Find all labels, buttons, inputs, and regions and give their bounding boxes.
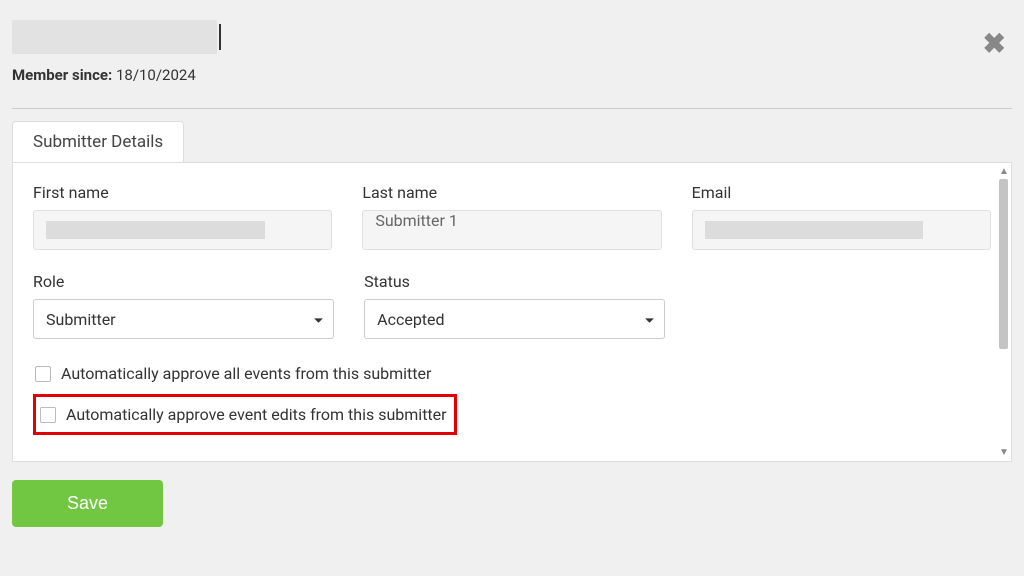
role-select-wrap: Submitter <box>33 299 334 339</box>
scroll-down-icon[interactable]: ▼ <box>999 447 1009 458</box>
group-first-name: First name <box>33 183 332 250</box>
scrollbar[interactable]: ▲ ▼ <box>996 163 1011 461</box>
group-role: Role Submitter <box>33 272 334 339</box>
scroll-up-icon[interactable]: ▲ <box>999 166 1009 177</box>
group-last-name: Last name Submitter 1 <box>362 183 661 250</box>
highlighted-option: Automatically approve event edits from t… <box>33 394 457 435</box>
role-label: Role <box>33 272 334 291</box>
submitter-modal: ✖ Member since: 18/10/2024 Submitter Det… <box>0 0 1024 539</box>
auto-approve-events-checkbox[interactable] <box>35 366 51 382</box>
auto-approve-events-row[interactable]: Automatically approve all events from th… <box>33 361 991 386</box>
auto-approve-edits-row[interactable]: Automatically approve event edits from t… <box>38 402 449 427</box>
last-name-input[interactable]: Submitter 1 <box>362 210 661 250</box>
auto-approve-events-label: Automatically approve all events from th… <box>61 364 431 383</box>
first-name-input[interactable] <box>33 210 332 250</box>
status-select[interactable]: Accepted <box>364 299 665 339</box>
email-label: Email <box>692 183 991 202</box>
member-since: Member since: 18/10/2024 <box>12 66 1012 84</box>
close-button[interactable]: ✖ <box>983 30 1006 58</box>
email-input[interactable] <box>692 210 991 250</box>
status-label: Status <box>364 272 665 291</box>
tab-submitter-details[interactable]: Submitter Details <box>12 121 184 162</box>
modal-header: Member since: 18/10/2024 <box>12 12 1012 98</box>
group-status: Status Accepted <box>364 272 665 339</box>
first-name-label: First name <box>33 183 332 202</box>
form-row-role-status: Role Submitter Status Accepted <box>33 272 665 339</box>
divider <box>12 108 1012 109</box>
submitter-details-panel: First name Last name Submitter 1 Email R… <box>12 162 1012 462</box>
submitter-name-redacted <box>12 20 217 54</box>
close-icon: ✖ <box>983 27 1006 60</box>
tabs: Submitter Details <box>12 121 1012 162</box>
member-since-value: 18/10/2024 <box>116 66 196 84</box>
save-button[interactable]: Save <box>12 480 163 527</box>
form-row-names: First name Last name Submitter 1 Email <box>33 183 991 250</box>
auto-approve-edits-checkbox[interactable] <box>40 407 56 423</box>
redacted-content <box>46 221 265 239</box>
member-since-label: Member since: <box>12 66 112 84</box>
last-name-label: Last name <box>362 183 661 202</box>
redacted-content <box>705 221 924 239</box>
scroll-thumb[interactable] <box>999 179 1008 349</box>
status-select-wrap: Accepted <box>364 299 665 339</box>
group-email: Email <box>692 183 991 250</box>
role-select[interactable]: Submitter <box>33 299 334 339</box>
auto-approve-edits-label: Automatically approve event edits from t… <box>66 405 447 424</box>
